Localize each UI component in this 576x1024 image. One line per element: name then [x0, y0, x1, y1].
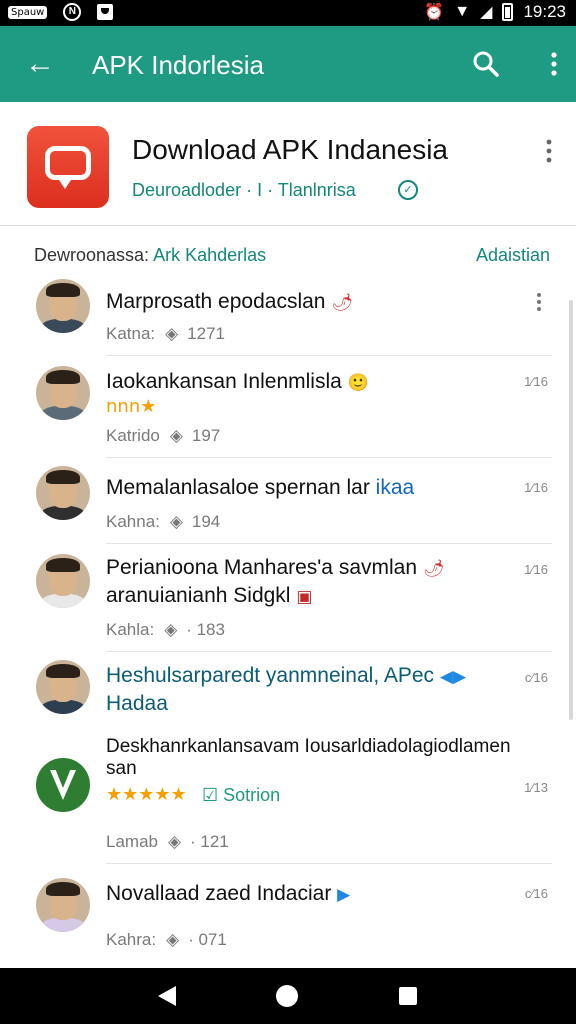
- pepper-icon: 🌶: [331, 293, 353, 313]
- list-item-title: Heshulsarparedt yanmneinal, APec ◀▶: [106, 664, 467, 687]
- card-more-icon[interactable]: [544, 138, 554, 164]
- chat-bubble-icon: [27, 126, 109, 208]
- status-bar: Spauw N ⏰ ▼ ◢ 19:23: [0, 0, 576, 26]
- avatar: [36, 660, 90, 714]
- avatar: [36, 466, 90, 520]
- list-item-meta: Kahla: ◈ · 183: [106, 620, 225, 639]
- list-item[interactable]: Marprosath epodacslan 🌶 Katna: ◈ 1271: [0, 270, 576, 356]
- list-item-subtitle: aranuianianh Sidgkl ▣: [106, 584, 313, 607]
- app-bar: ← APK Indorlesia: [0, 26, 576, 102]
- list-item-more-icon[interactable]: [536, 292, 542, 312]
- list-item-time: 1⁄16: [524, 374, 548, 389]
- list-item-meta: Katrido ◈ 197: [106, 426, 221, 445]
- notification-chip: Spauw: [8, 5, 48, 19]
- tag-blue-icon: ▶: [337, 885, 351, 905]
- avatar: [36, 279, 90, 333]
- list-item-title: Iaokankansan Inlenmlisla 🙂: [106, 370, 369, 393]
- back-arrow-icon[interactable]: ←: [22, 46, 58, 82]
- tag-icon: ◈: [164, 620, 178, 639]
- notification-square-icon: [97, 4, 114, 20]
- gift-icon: ▣: [296, 587, 313, 607]
- list-item[interactable]: Heshulsarparedt yanmneinal, APec ◀▶ Hada…: [0, 652, 576, 728]
- app-bar-title: APK Indorlesia: [92, 50, 264, 80]
- list-item[interactable]: Perianioona Manhares'a savmlan 🌶 aranuia…: [0, 544, 576, 652]
- search-icon[interactable]: [468, 46, 504, 82]
- list-item-subtitle: Hadaa: [106, 692, 168, 715]
- section-title-accent: Ark Kahderlas: [153, 245, 267, 265]
- tag-icon: ◈: [167, 832, 182, 851]
- section-title: Dewroonassa: Ark Kahderlas: [34, 245, 266, 266]
- list-item-highlight: ikaa: [375, 476, 415, 499]
- tag-icon: ◈: [166, 930, 180, 949]
- wifi-icon: ▼: [454, 3, 471, 20]
- list-item[interactable]: Iaokankansan Inlenmlisla 🙂 nnn★ Katrido ◈…: [0, 356, 576, 458]
- avatar: [36, 554, 90, 608]
- pepper-icon: 🌶: [422, 559, 445, 579]
- rating-badge: nnn★: [106, 396, 157, 417]
- tag-icon: ◈: [165, 324, 179, 343]
- nav-home-icon[interactable]: [276, 985, 298, 1007]
- app-developer[interactable]: Deuroadloder · I · Tlanlnrisa: [132, 180, 356, 201]
- verified-icon: ✓: [398, 180, 418, 200]
- list-item-title: Marprosath epodacslan 🌶: [106, 290, 353, 313]
- nav-recents-icon[interactable]: [399, 987, 417, 1005]
- list-item[interactable]: Memalanlasaloe spernan lar ikaa Kahna: ◈ 1…: [0, 458, 576, 544]
- list-item-meta: Katna: ◈ 1271: [106, 324, 225, 343]
- system-nav-bar: [0, 968, 576, 1024]
- list-item-title: Perianioona Manhares'a savmlan 🌶: [106, 556, 445, 579]
- list-item[interactable]: Novallaad zaed Indaciar ▶ Kahra: ◈ · 071 c…: [0, 864, 576, 960]
- tag-icon: ◈: [169, 512, 183, 531]
- avatar: [36, 366, 90, 420]
- list-item-meta: Kahra: ◈ · 071: [106, 930, 227, 949]
- tag-icon: ◈: [169, 426, 183, 445]
- section-action-link[interactable]: Adaistian: [476, 245, 550, 266]
- smile-emoji-icon: 🙂: [347, 373, 369, 393]
- list-item[interactable]: Deskhanrkanlansavam Iousarldiadolagiodla…: [0, 728, 576, 864]
- notification-circle-icon: N: [63, 3, 82, 21]
- list-item-title: Deskhanrkanlansavam Iousarldiadolagiodla…: [106, 736, 511, 757]
- list-item-title: Novallaad zaed Indaciar ▶: [106, 882, 351, 905]
- app-logo-icon: [36, 758, 90, 812]
- battery-icon: [502, 3, 514, 21]
- list-item-time: c⁄16: [524, 670, 548, 685]
- nav-back-icon[interactable]: [156, 984, 178, 1008]
- verified-badge: ☑ Sotrion: [202, 785, 281, 805]
- list-item-meta: Kahna: ◈ 194: [106, 512, 221, 531]
- status-notifications: Spauw N: [8, 3, 114, 21]
- status-time: 19:23: [523, 2, 566, 21]
- alarm-icon: ⏰: [424, 4, 445, 21]
- more-vert-icon[interactable]: [536, 46, 560, 82]
- avatar: [36, 878, 90, 932]
- list-item-meta: Lamab ◈ · 121: [106, 832, 229, 851]
- scrollbar[interactable]: [569, 300, 573, 720]
- app-header-card[interactable]: Download APK Indanesia Deuroadloder · I …: [0, 102, 576, 226]
- list-item-time: c⁄16: [524, 886, 548, 901]
- app-name: Download APK Indanesia: [132, 134, 448, 165]
- list-item-time: 1⁄16: [524, 562, 548, 577]
- section-title-prefix: Dewroonassa:: [34, 245, 150, 265]
- signal-icon: ◢: [480, 4, 493, 21]
- list-item-subtitle: san: [106, 758, 137, 779]
- star-rating: ★★★★★: [106, 784, 187, 805]
- fish-icon: ◀▶: [439, 667, 467, 687]
- status-system: ⏰ ▼ ◢ 19:23: [424, 2, 566, 22]
- list-item-time: 1⁄16: [524, 480, 548, 495]
- list-item-time: 1⁄13: [524, 780, 548, 795]
- list-item-title: Memalanlasaloe spernan lar ikaa: [106, 476, 415, 499]
